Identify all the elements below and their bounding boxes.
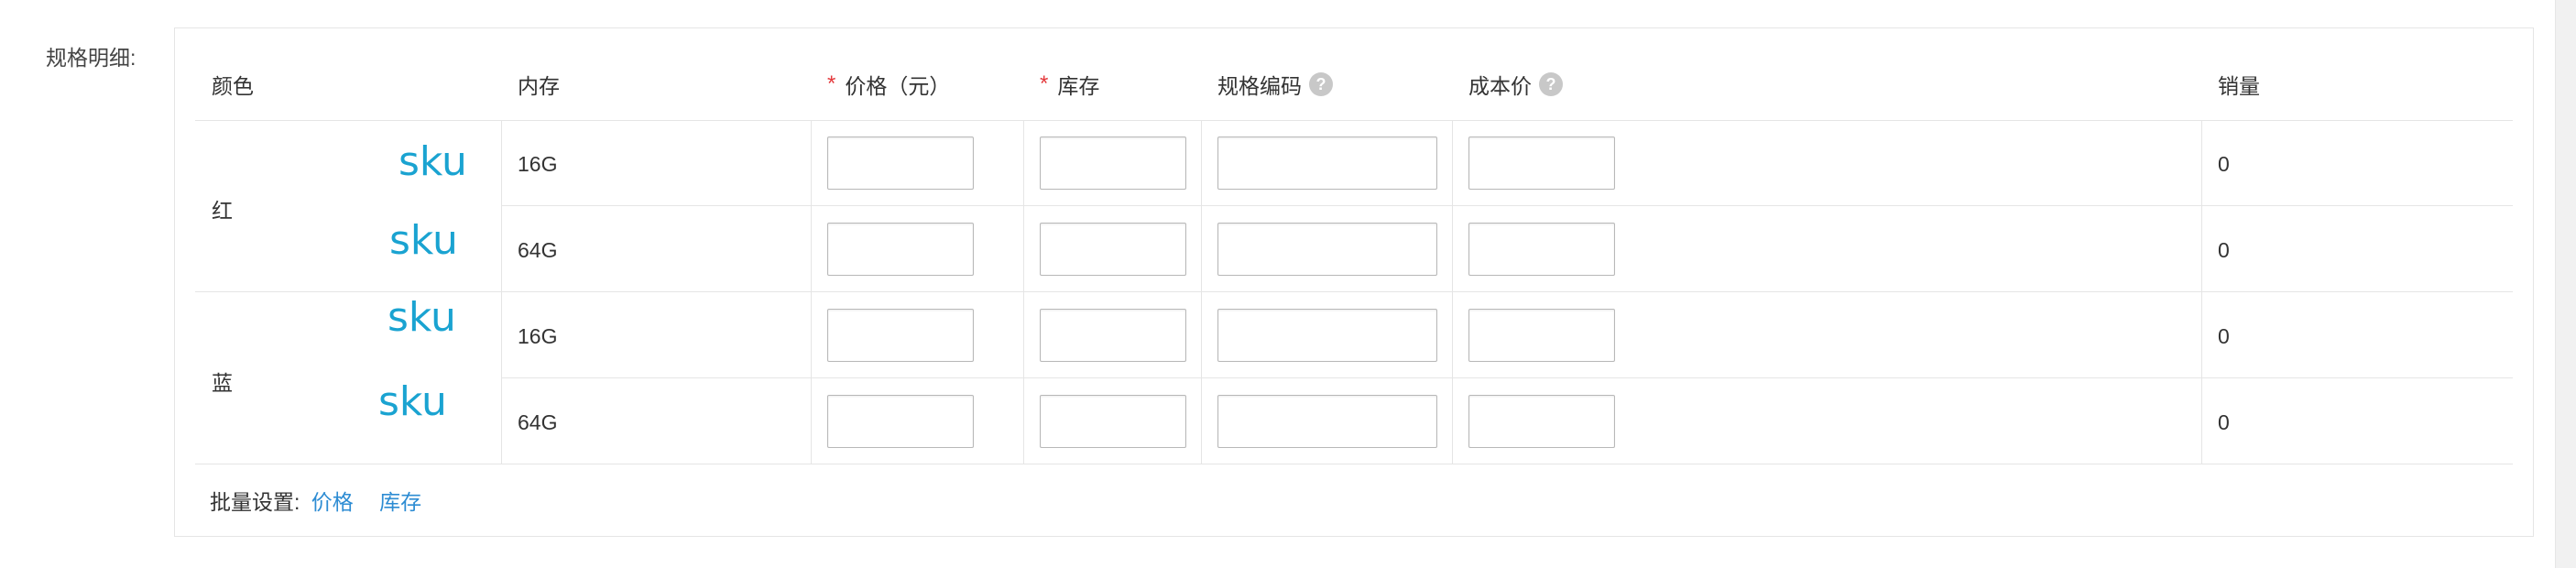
price-input[interactable] — [827, 395, 974, 448]
sales-value: 0 — [2218, 152, 2230, 176]
required-asterisk: * — [1040, 71, 1049, 96]
header-stock-label: 库存 — [1057, 74, 1100, 98]
header-memory: 内存 — [518, 74, 560, 98]
sku-label: sku — [389, 217, 458, 264]
spec-code-input[interactable] — [1217, 309, 1437, 362]
batch-price-link[interactable]: 价格 — [311, 490, 354, 514]
header-stock: * 库存 — [1040, 69, 1099, 100]
price-input[interactable] — [827, 309, 974, 362]
color-name: 红 — [212, 199, 233, 223]
help-icon[interactable]: ? — [1539, 72, 1563, 96]
sales-value: 0 — [2218, 410, 2230, 434]
header-cost-label: 成本价 — [1468, 74, 1532, 98]
sales-value: 0 — [2218, 324, 2230, 348]
price-input[interactable] — [827, 137, 974, 190]
header-code-label: 规格编码 — [1217, 74, 1302, 98]
page-scrollbar[interactable] — [2555, 0, 2576, 568]
sku-label: sku — [387, 294, 456, 341]
price-input[interactable] — [827, 223, 974, 276]
stock-input[interactable] — [1040, 309, 1186, 362]
cost-price-input[interactable] — [1468, 309, 1615, 362]
memory-value: 64G — [518, 410, 558, 434]
batch-settings-label: 批量设置: — [210, 490, 300, 514]
header-sales: 销量 — [2218, 74, 2260, 98]
memory-value: 16G — [518, 152, 558, 176]
table-body: 红 蓝 sku 16G 0 sku 64G 0 sku 16G 0 sku 64… — [195, 120, 2513, 464]
cost-price-input[interactable] — [1468, 137, 1615, 190]
stock-input[interactable] — [1040, 223, 1186, 276]
sales-value: 0 — [2218, 238, 2230, 262]
header-price: * 价格（元） — [827, 69, 950, 100]
spec-code-input[interactable] — [1217, 395, 1437, 448]
required-asterisk: * — [827, 71, 836, 96]
stock-input[interactable] — [1040, 137, 1186, 190]
header-cost: 成本价 ? — [1468, 69, 1563, 100]
spec-detail-table: 颜色 内存 * 价格（元） * 库存 规格编码 ? 成本价 ? 销量 红 蓝 s… — [174, 27, 2534, 537]
stock-input[interactable] — [1040, 395, 1186, 448]
color-name: 蓝 — [212, 371, 233, 395]
batch-settings: 批量设置: 价格 库存 — [210, 485, 421, 516]
cost-price-input[interactable] — [1468, 223, 1615, 276]
memory-value: 64G — [518, 238, 558, 262]
header-price-label: 价格（元） — [845, 74, 951, 98]
help-icon[interactable]: ? — [1309, 72, 1333, 96]
header-color: 颜色 — [212, 74, 254, 98]
sku-label: sku — [398, 138, 467, 185]
table-header: 颜色 内存 * 价格（元） * 库存 规格编码 ? 成本价 ? 销量 — [195, 28, 2513, 121]
batch-stock-link[interactable]: 库存 — [379, 490, 421, 514]
memory-value: 16G — [518, 324, 558, 348]
cost-price-input[interactable] — [1468, 395, 1615, 448]
sku-label: sku — [378, 378, 447, 425]
spec-code-input[interactable] — [1217, 223, 1437, 276]
spec-code-input[interactable] — [1217, 137, 1437, 190]
spec-detail-label: 规格明细: — [46, 46, 136, 70]
header-code: 规格编码 ? — [1217, 69, 1333, 100]
